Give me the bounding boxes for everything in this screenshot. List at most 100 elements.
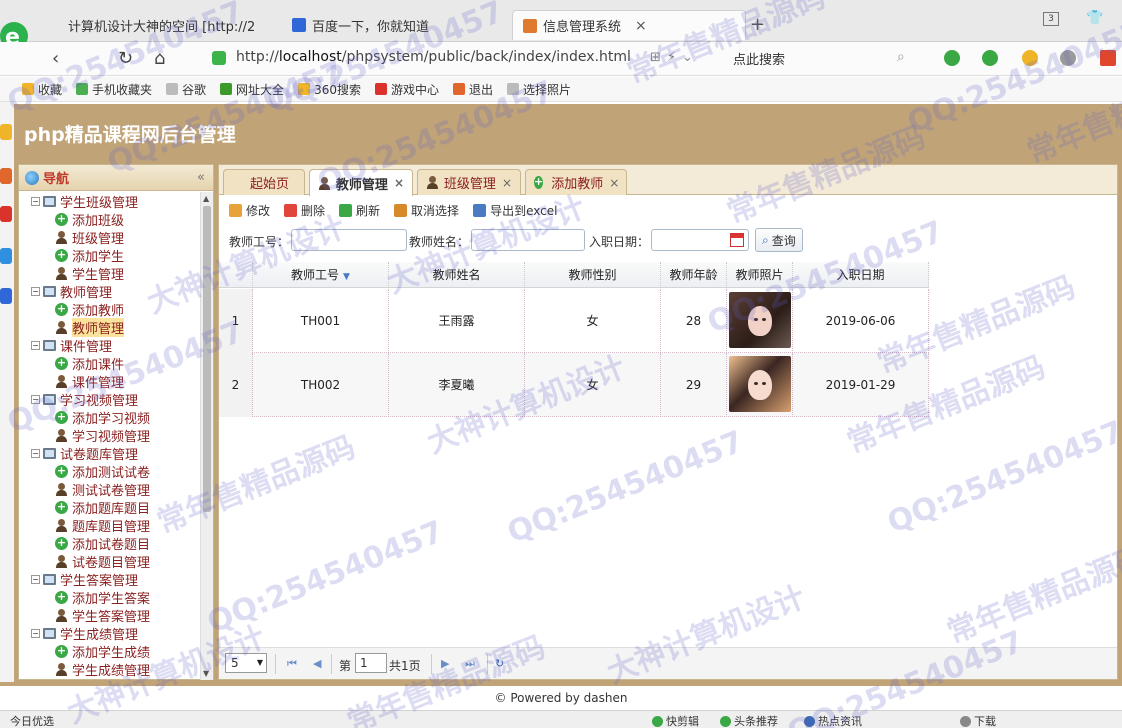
nav-group[interactable]: − 学习视频管理 [19, 390, 201, 409]
home-icon[interactable]: ⌂ [154, 48, 165, 69]
close-tab-icon[interactable]: × [394, 176, 404, 190]
collapse-nav-icon[interactable]: « [197, 170, 205, 185]
column-header[interactable]: 入职日期 [793, 262, 929, 288]
nav-item[interactable]: 学生答案管理 [19, 606, 201, 625]
nav-group[interactable]: − 学生答案管理 [19, 570, 201, 589]
content-tab[interactable]: 教师管理 × [309, 169, 413, 196]
nav-group[interactable]: − 教师管理 [19, 282, 201, 301]
browser-tab[interactable]: 百度一下，你就知道 [282, 10, 492, 40]
game-extension-icon[interactable] [1060, 50, 1076, 66]
bookmark-item[interactable]: 选择照片 [507, 81, 571, 98]
bookmark-item[interactable]: 网址大全 [220, 81, 284, 98]
column-header[interactable]: 教师性别 [525, 262, 661, 288]
new-tab-button[interactable]: + [750, 14, 765, 35]
url-field[interactable]: http://localhost/phpsystem/public/back/i… [236, 49, 631, 65]
teacher-name-input[interactable] [471, 229, 585, 251]
page-size-select[interactable]: 5 [225, 653, 267, 673]
nav-item[interactable]: + 添加教师 [19, 300, 201, 319]
query-button[interactable]: ⌕ 查询 [755, 228, 803, 252]
teacher-photo[interactable] [729, 356, 791, 412]
next-page-icon[interactable]: ▶ [441, 657, 449, 670]
column-header[interactable]: 教师工号 ▼ [253, 262, 389, 288]
nav-item[interactable]: + 添加学生成绩 [19, 642, 201, 661]
address-tools-icon[interactable]: ⊞⚡⌄ [650, 50, 699, 65]
close-tab-icon[interactable]: × [609, 176, 619, 190]
nav-group[interactable]: − 课件管理 [19, 336, 201, 355]
nav-group[interactable]: − 学生班级管理 [19, 192, 201, 211]
bookmark-item[interactable]: 手机收藏夹 [76, 81, 152, 98]
status-item[interactable]: 快剪辑 [652, 713, 699, 728]
nav-item[interactable]: 学习视频管理 [19, 426, 201, 445]
nav-item[interactable]: + 添加课件 [19, 354, 201, 373]
browser-search-input[interactable]: 点此搜索 [733, 49, 785, 68]
side-favorites-icon[interactable] [0, 124, 12, 140]
collapse-toggle-icon[interactable]: − [31, 196, 40, 206]
bookmark-item[interactable]: 收藏 [22, 81, 62, 98]
nav-item[interactable]: 课件管理 [19, 372, 201, 391]
coin-extension-icon[interactable] [1022, 50, 1038, 66]
pager-refresh-icon[interactable]: ↻ [495, 657, 504, 670]
collapse-toggle-icon[interactable]: − [31, 574, 40, 584]
bookmark-item[interactable]: 360搜索 [298, 81, 361, 98]
nav-group[interactable]: − 学生成绩管理 [19, 624, 201, 643]
bookmark-item[interactable]: 退出 [452, 81, 493, 98]
collapse-toggle-icon[interactable]: − [31, 286, 40, 296]
nav-scrollbar-thumb[interactable] [203, 206, 211, 512]
current-page-input[interactable]: 1 [355, 653, 387, 673]
browser-tab[interactable]: 信息管理系统 × [512, 10, 746, 40]
teacher-photo[interactable] [729, 292, 791, 348]
status-left-text[interactable]: 今日优选 [10, 713, 54, 728]
status-item[interactable]: 头条推荐 [720, 713, 778, 728]
skin-icon[interactable]: 👕 [1086, 10, 1103, 26]
bookmark-item[interactable]: 谷歌 [166, 81, 206, 98]
scroll-down-icon[interactable]: ▼ [203, 669, 209, 678]
nav-item[interactable]: + 添加题库题目 [19, 498, 201, 517]
prev-page-icon[interactable]: ◀ [313, 657, 321, 670]
nav-item[interactable]: + 添加班级 [19, 210, 201, 229]
nav-scrollbar[interactable]: ▲ ▼ [200, 192, 213, 680]
column-header[interactable]: 教师姓名 [389, 262, 525, 288]
nav-item[interactable]: 测试试卷管理 [19, 480, 201, 499]
browser-tab[interactable]: 计算机设计大神的空间 [http://2 [52, 10, 262, 40]
nav-group[interactable]: − 试卷题库管理 [19, 444, 201, 463]
side-mail-icon[interactable] [0, 168, 12, 184]
side-weibo-icon[interactable] [0, 206, 12, 222]
table-row[interactable]: 2 TH002 李夏曦女 29 2019-01-29 [219, 353, 929, 417]
sort-desc-icon[interactable]: ▼ [343, 272, 350, 282]
collapse-toggle-icon[interactable]: − [31, 628, 40, 638]
collapse-toggle-icon[interactable]: − [31, 340, 40, 350]
toolbar-button[interactable]: 刷新 [339, 202, 380, 219]
collapse-toggle-icon[interactable]: − [31, 394, 40, 404]
bookmark-item[interactable]: 游戏中心 [374, 81, 439, 98]
toolbar-button[interactable]: 修改 [229, 202, 270, 219]
nav-item[interactable]: 题库题目管理 [19, 516, 201, 535]
nav-item[interactable]: + 添加学习视频 [19, 408, 201, 427]
nav-item[interactable]: 试卷题目管理 [19, 552, 201, 571]
toolbar-button[interactable]: 导出到excel [473, 202, 557, 219]
search-icon[interactable]: ⌕ [897, 49, 905, 65]
content-tab[interactable]: + 添加教师 × [525, 169, 627, 195]
close-tab-icon[interactable]: × [635, 18, 647, 34]
tab-count-badge[interactable]: 3 [1043, 12, 1059, 26]
column-header[interactable]: 教师照片 [727, 262, 793, 288]
toolbar-button[interactable]: 取消选择 [394, 202, 459, 219]
apps-extension-icon[interactable] [1100, 50, 1116, 66]
nav-item[interactable]: + 添加学生 [19, 246, 201, 265]
teacher-no-input[interactable] [291, 229, 407, 251]
nav-item[interactable]: 教师管理 [19, 317, 201, 337]
hire-date-input[interactable] [651, 229, 749, 251]
collapse-toggle-icon[interactable]: − [31, 448, 40, 458]
nav-item[interactable]: + 添加学生答案 [19, 588, 201, 607]
calendar-icon[interactable] [730, 233, 744, 247]
nav-item[interactable]: 班级管理 [19, 228, 201, 247]
side-cloud-icon[interactable] [0, 288, 12, 304]
status-item[interactable]: 热点资讯 [804, 713, 862, 728]
side-chat-icon[interactable] [0, 248, 12, 264]
scissors-extension-icon[interactable] [944, 50, 960, 66]
table-row[interactable]: 1 TH001 王雨露女 28 2019-06-06 [219, 289, 929, 353]
back-icon[interactable]: ‹ [52, 48, 59, 69]
scroll-up-icon[interactable]: ▲ [203, 194, 209, 203]
content-tab[interactable]: 起始页 [223, 169, 305, 195]
toolbar-button[interactable]: 删除 [284, 202, 325, 219]
close-tab-icon[interactable]: × [502, 176, 512, 190]
